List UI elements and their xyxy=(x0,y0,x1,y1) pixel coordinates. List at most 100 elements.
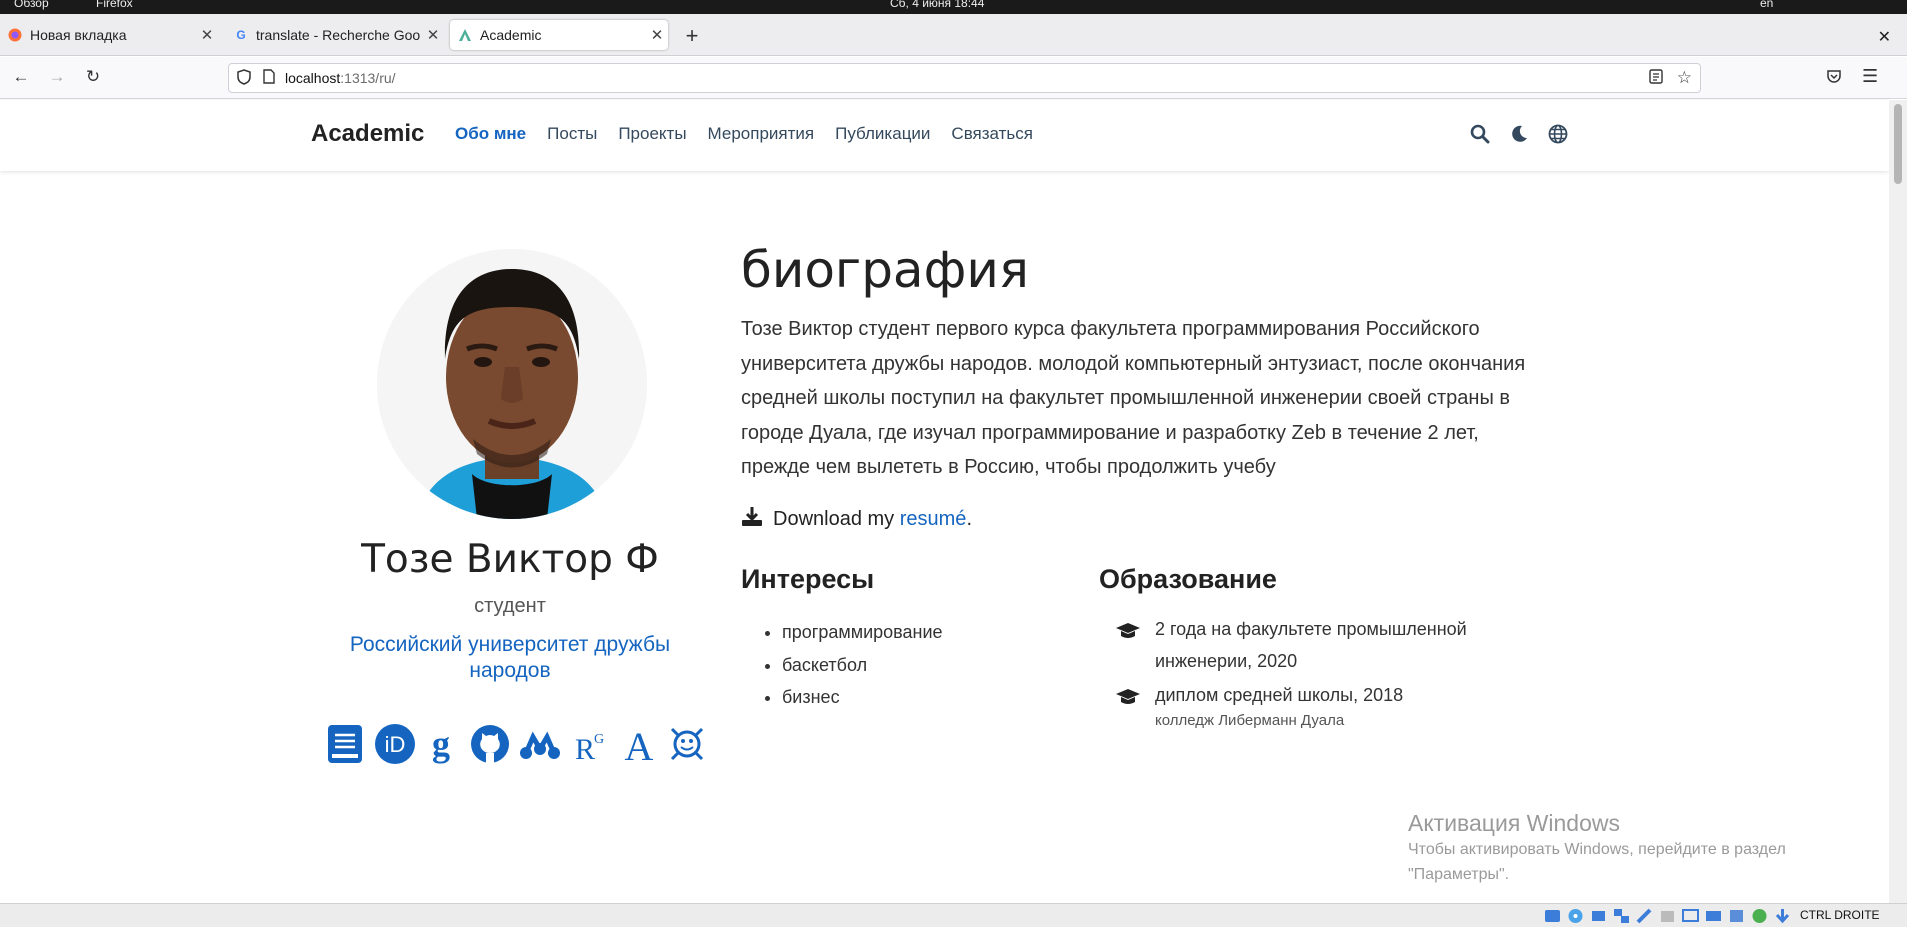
back-icon[interactable]: ← xyxy=(10,67,32,87)
svg-text:A: A xyxy=(625,724,654,765)
address-bar[interactable]: localhost:1313/ru/ ☆ xyxy=(228,63,1701,93)
tab-title: Новая вкладка xyxy=(30,27,127,43)
audio-icon[interactable] xyxy=(1589,907,1608,925)
cpu-icon[interactable] xyxy=(1750,907,1769,925)
vm-status-bar: CTRL DROITE xyxy=(0,903,1907,927)
close-tab-icon[interactable]: ✕ xyxy=(646,26,668,44)
keyboard-layout[interactable]: en xyxy=(1760,0,1773,10)
tab-title: translate - Recherche Goo xyxy=(256,27,421,43)
menu-item-publications[interactable]: Публикации xyxy=(835,124,930,144)
menu-item-posts[interactable]: Посты xyxy=(547,124,597,144)
shared-folder-icon[interactable] xyxy=(1658,907,1677,925)
svg-text:R: R xyxy=(575,733,595,765)
search-icon[interactable] xyxy=(1470,124,1490,144)
interests-title: Интересы xyxy=(741,564,875,594)
interest-item: бизнес xyxy=(782,681,943,714)
hard-disk-icon[interactable] xyxy=(1543,907,1562,925)
profile-name: Тозе Виктор Ф xyxy=(361,537,659,582)
url-host: localhost xyxy=(285,70,341,86)
app-menu-label[interactable]: Firefox xyxy=(96,0,133,10)
firefox-icon xyxy=(8,28,22,42)
menu-item-events[interactable]: Мероприятия xyxy=(708,124,815,144)
menu-item-projects[interactable]: Проекты xyxy=(618,124,686,144)
page-scrollbar[interactable] xyxy=(1889,100,1907,903)
page-content: Тозе Виктор Ф студент Российский универс… xyxy=(0,171,1889,903)
graduation-cap-icon xyxy=(1115,685,1141,705)
close-tab-icon[interactable]: ✕ xyxy=(422,26,444,44)
academic-icon xyxy=(458,28,472,42)
site-tools xyxy=(1470,124,1568,144)
windows-activation-watermark: Активация Windows Чтобы активировать Win… xyxy=(1408,810,1786,887)
google-scholar-icon[interactable]: g xyxy=(422,723,460,765)
usb-icon[interactable] xyxy=(1635,907,1654,925)
svg-text:g: g xyxy=(432,724,450,764)
github-icon[interactable] xyxy=(470,723,509,765)
education-course: 2 года на факультете промышленной инжене… xyxy=(1155,619,1467,671)
menu-item-about[interactable]: Обо мне xyxy=(455,124,526,144)
pocket-icon[interactable] xyxy=(1826,68,1842,89)
mouse-integration-icon[interactable] xyxy=(1773,907,1792,925)
url-path: :1313/ru/ xyxy=(340,70,396,86)
new-tab-button[interactable]: + xyxy=(682,25,702,47)
svg-text:iD: iD xyxy=(385,732,406,757)
activities-label[interactable]: Обзор xyxy=(14,0,49,10)
tab-title: Academic xyxy=(480,27,542,43)
download-icon xyxy=(741,505,763,533)
education-institution: колледж Либерманн Дуала xyxy=(1155,712,1345,729)
menu-icon[interactable]: ☰ xyxy=(1862,66,1878,87)
display-icon[interactable] xyxy=(1681,907,1700,925)
video-capture-icon[interactable] xyxy=(1704,907,1723,925)
menu-item-contact[interactable]: Связаться xyxy=(951,124,1033,144)
reader-view-icon[interactable] xyxy=(1649,69,1663,87)
profile-organization[interactable]: Российский университет дружбы народов xyxy=(320,632,700,684)
interests-list: программирование баскетбол бизнес xyxy=(764,616,943,714)
moon-icon[interactable] xyxy=(1509,124,1529,144)
orcid-icon[interactable]: iD xyxy=(374,723,415,765)
svg-text:G: G xyxy=(594,732,604,747)
tab-bar: Новая вкладка ✕ G translate - Recherche … xyxy=(0,14,1907,56)
bio-title: биография xyxy=(741,241,1029,299)
academia-icon[interactable]: A xyxy=(620,723,658,769)
education-item: 2 года на факультете промышленной инжене… xyxy=(1115,613,1535,677)
site-navbar: Academic Обо мне Посты Проекты Мероприят… xyxy=(0,100,1889,171)
cv-book-icon[interactable] xyxy=(326,723,364,765)
site-brand[interactable]: Academic xyxy=(311,120,424,148)
shield-icon[interactable] xyxy=(237,68,251,88)
tab-new[interactable]: Новая вкладка ✕ xyxy=(0,20,218,50)
reload-icon[interactable]: ↻ xyxy=(82,67,104,87)
education-item: диплом средней школы, 2018 колледж Либер… xyxy=(1115,679,1535,731)
vm-status-icons xyxy=(1543,907,1792,925)
education-course: диплом средней школы, 2018 xyxy=(1155,685,1404,705)
bookmark-star-icon[interactable]: ☆ xyxy=(1677,68,1692,88)
tab-translate[interactable]: G translate - Recherche Goo ✕ xyxy=(226,20,444,50)
scrollbar-thumb[interactable] xyxy=(1894,104,1902,184)
watermark-title: Активация Windows xyxy=(1408,810,1620,836)
interest-item: программирование xyxy=(782,616,943,649)
resume-link[interactable]: resumé xyxy=(900,508,967,531)
mendeley-icon[interactable] xyxy=(518,723,562,765)
education-title: Образование xyxy=(1099,564,1277,594)
globe-icon[interactable] xyxy=(1548,124,1568,144)
host-key-label: CTRL DROITE xyxy=(1800,908,1880,922)
profile-role: студент xyxy=(474,595,546,617)
window-close-icon[interactable]: ✕ xyxy=(1878,27,1891,47)
ai-icon[interactable] xyxy=(668,723,706,765)
network-icon[interactable] xyxy=(1612,907,1631,925)
optical-drive-icon[interactable] xyxy=(1566,907,1585,925)
recording-icon[interactable] xyxy=(1727,907,1746,925)
google-icon: G xyxy=(236,28,246,42)
profile-avatar xyxy=(377,249,647,519)
watermark-line1: Чтобы активировать Windows, перейдите в … xyxy=(1408,841,1786,858)
tab-academic[interactable]: Academic ✕ xyxy=(450,20,668,50)
researchgate-icon[interactable]: RG xyxy=(572,723,610,766)
page-info-icon[interactable] xyxy=(263,69,275,87)
bio-text: Тозе Виктор студент первого курса факуль… xyxy=(741,318,1526,478)
education-list: 2 года на факультете промышленной инжене… xyxy=(1115,613,1535,733)
clock[interactable]: Сб, 4 июня 18:44 xyxy=(890,0,984,10)
forward-icon[interactable]: → xyxy=(46,67,68,87)
social-links: iD g RG A xyxy=(326,723,706,769)
download-suffix: . xyxy=(966,507,972,530)
close-tab-icon[interactable]: ✕ xyxy=(196,26,218,44)
download-prefix: Download my xyxy=(773,507,895,530)
interest-item: баскетбол xyxy=(782,649,943,682)
